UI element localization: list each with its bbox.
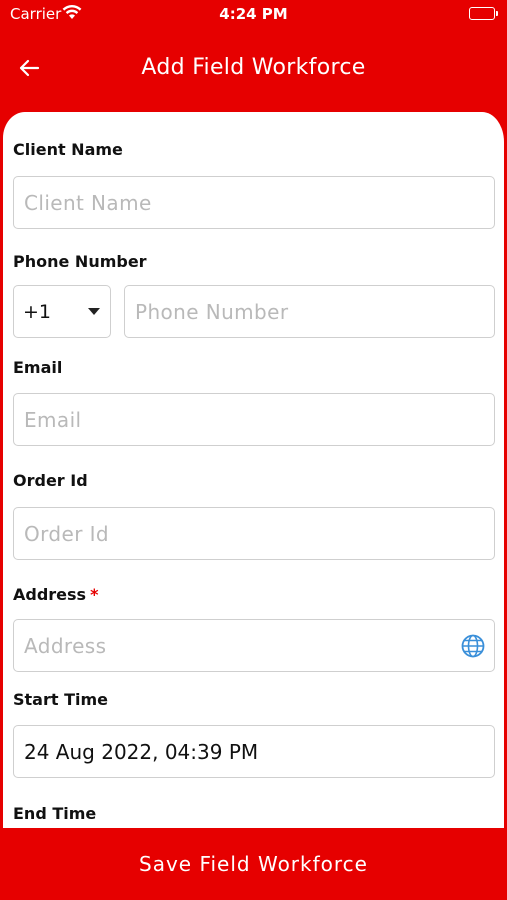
chevron-down-icon: [88, 308, 100, 315]
country-code-select[interactable]: +1: [13, 285, 111, 338]
status-time: 4:24 PM: [219, 5, 288, 23]
form-sheet: Client Name Phone Number +1 Email Order …: [3, 112, 504, 828]
phone-number-label: Phone Number: [13, 252, 147, 271]
order-id-label: Order Id: [13, 471, 88, 490]
status-bar: Carrier 4:24 PM: [0, 0, 507, 28]
address-label-text: Address: [13, 585, 87, 604]
end-time-label: End Time: [13, 804, 97, 823]
save-button[interactable]: Save Field Workforce: [0, 828, 507, 900]
required-marker: *: [90, 585, 99, 604]
globe-icon[interactable]: [460, 633, 486, 659]
client-name-input[interactable]: [14, 177, 494, 228]
address-field: [13, 619, 495, 672]
start-time-field[interactable]: 24 Aug 2022, 04:39 PM: [13, 725, 495, 778]
start-time-value: 24 Aug 2022, 04:39 PM: [24, 740, 259, 764]
start-time-label: Start Time: [13, 690, 108, 709]
order-id-input[interactable]: [14, 508, 494, 559]
country-code-value: +1: [23, 301, 52, 323]
order-id-field: [13, 507, 495, 560]
battery-icon: [469, 7, 498, 20]
client-name-field: [13, 176, 495, 229]
phone-number-field: [124, 285, 495, 338]
client-name-label: Client Name: [13, 140, 123, 159]
page-title: Add Field Workforce: [141, 55, 366, 80]
phone-number-input[interactable]: [125, 286, 494, 337]
save-button-label: Save Field Workforce: [139, 852, 368, 876]
address-input[interactable]: [14, 620, 494, 671]
app-bar: Add Field Workforce: [0, 28, 507, 110]
email-input[interactable]: [14, 394, 494, 445]
email-field: [13, 393, 495, 446]
email-label: Email: [13, 358, 63, 377]
address-label: Address *: [13, 585, 98, 604]
